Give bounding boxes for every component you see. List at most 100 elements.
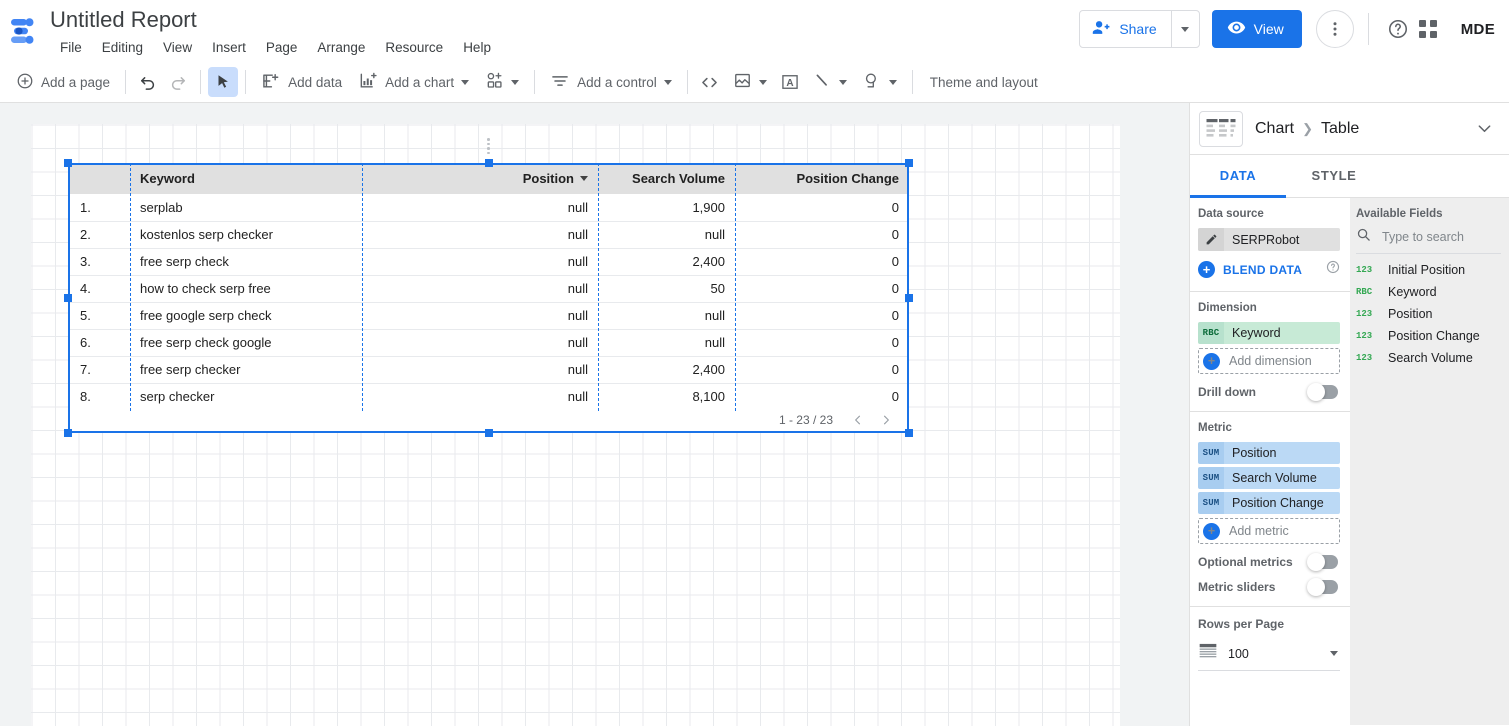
- cell-keyword: serp checker: [130, 383, 362, 411]
- add-a-chart-button[interactable]: Add a chart: [350, 67, 477, 97]
- table-row[interactable]: 6. free serp check google null null 0: [68, 329, 909, 357]
- menu-item-editing[interactable]: Editing: [92, 37, 153, 58]
- add-data-button[interactable]: Add data: [253, 67, 350, 97]
- plus-icon[interactable]: +: [1198, 261, 1215, 278]
- more-options-button[interactable]: [1315, 10, 1354, 48]
- insert-text-button[interactable]: A: [775, 67, 805, 97]
- table-row[interactable]: 8. serp checker null 8,100 0: [68, 383, 909, 411]
- plus-icon: +: [1203, 352, 1220, 370]
- redo-button[interactable]: [163, 67, 193, 97]
- breadcrumb-chart[interactable]: Chart: [1255, 120, 1294, 138]
- menu-item-file[interactable]: File: [50, 37, 92, 58]
- drill-down-toggle[interactable]: [1307, 383, 1338, 401]
- table-row[interactable]: 1. serplab null 1,900 0: [68, 194, 909, 222]
- field-item-search-volume[interactable]: 123 Search Volume: [1350, 347, 1509, 369]
- menu-item-insert[interactable]: Insert: [202, 37, 256, 58]
- help-button[interactable]: [1383, 14, 1413, 44]
- menu-item-view[interactable]: View: [153, 37, 202, 58]
- blend-data-label[interactable]: BLEND DATA: [1223, 263, 1302, 277]
- menu-item-page[interactable]: Page: [256, 37, 308, 58]
- tab-data[interactable]: DATA: [1190, 155, 1286, 198]
- resize-handle-middle-right[interactable]: [905, 294, 913, 302]
- help-circle-icon[interactable]: [1326, 260, 1340, 279]
- column-header-keyword[interactable]: Keyword: [130, 163, 362, 194]
- toolbar-divider: [200, 70, 202, 94]
- shape-icon: [863, 71, 882, 93]
- field-item-position-change[interactable]: 123 Position Change: [1350, 325, 1509, 347]
- cell-search-volume: null: [598, 302, 735, 330]
- add-metric-button[interactable]: + Add metric: [1198, 518, 1340, 544]
- pagination-prev-button[interactable]: [845, 407, 871, 433]
- table-row[interactable]: 4. how to check serp free null 50 0: [68, 275, 909, 303]
- search-input[interactable]: [1380, 226, 1509, 248]
- column-header-search-volume[interactable]: Search Volume: [598, 163, 735, 194]
- metric-chip-search-volume[interactable]: SUM Search Volume: [1198, 467, 1340, 489]
- metric-sliders-toggle[interactable]: [1307, 578, 1338, 596]
- field-name: Search Volume: [1388, 351, 1473, 365]
- table-row[interactable]: 2. kostenlos serp checker null null 0: [68, 221, 909, 249]
- share-button[interactable]: Share: [1080, 11, 1170, 47]
- add-dimension-label: Add dimension: [1229, 354, 1312, 368]
- panel-collapse-button[interactable]: [1468, 113, 1500, 145]
- insert-image-button[interactable]: [725, 67, 775, 97]
- breadcrumb-table[interactable]: Table: [1321, 120, 1359, 138]
- insert-shape-button[interactable]: [855, 67, 905, 97]
- resize-handle-top-left[interactable]: [64, 159, 72, 167]
- add-a-page-button[interactable]: Add a page: [8, 67, 118, 97]
- resize-handle-top-center[interactable]: [484, 159, 493, 167]
- field-item-keyword[interactable]: RBC Keyword: [1350, 281, 1509, 303]
- table-chart-widget[interactable]: Keyword Position Search Volume Position …: [64, 138, 913, 437]
- user-avatar[interactable]: MDE: [1461, 21, 1495, 38]
- panel-breadcrumb: Chart ❯ Table: [1255, 120, 1359, 138]
- person-add-icon: [1092, 18, 1111, 40]
- pagination-next-button[interactable]: [873, 407, 899, 433]
- dimension-chip-keyword[interactable]: RBC Keyword: [1198, 322, 1340, 344]
- column-header-position-change[interactable]: Position Change: [735, 163, 909, 194]
- field-item-position[interactable]: 123 Position: [1350, 303, 1509, 325]
- menu-item-resource[interactable]: Resource: [375, 37, 453, 58]
- report-canvas[interactable]: Keyword Position Search Volume Position …: [0, 103, 1189, 726]
- metric-sliders-row: Metric sliders: [1198, 578, 1340, 596]
- looker-studio-logo[interactable]: [10, 17, 40, 45]
- table-body: 1. serplab null 1,900 0 2. kostenlos ser…: [68, 194, 909, 411]
- rows-per-page-select[interactable]: 100: [1198, 641, 1340, 671]
- metric-chip-position[interactable]: SUM Position: [1198, 442, 1340, 464]
- column-header-index[interactable]: [68, 163, 130, 194]
- resize-handle-bottom-right[interactable]: [905, 429, 913, 437]
- table-row[interactable]: 7. free serp checker null 2,400 0: [68, 356, 909, 384]
- resize-handle-bottom-center[interactable]: [484, 429, 493, 437]
- menu-item-help[interactable]: Help: [453, 37, 501, 58]
- widget-drag-handle[interactable]: [483, 136, 495, 156]
- field-item-initial-position[interactable]: 123 Initial Position: [1350, 259, 1509, 281]
- insert-line-button[interactable]: [805, 67, 855, 97]
- metric-chip-position-change[interactable]: SUM Position Change: [1198, 492, 1340, 514]
- page-surface[interactable]: Keyword Position Search Volume Position …: [31, 124, 1120, 726]
- table-row[interactable]: 5. free google serp check null null 0: [68, 302, 909, 330]
- add-dimension-button[interactable]: + Add dimension: [1198, 348, 1340, 374]
- menu-item-arrange[interactable]: Arrange: [307, 37, 375, 58]
- share-dropdown-button[interactable]: [1170, 11, 1199, 47]
- document-title[interactable]: Untitled Report: [50, 5, 501, 35]
- resize-handle-middle-left[interactable]: [64, 294, 72, 302]
- chevron-down-icon: [1330, 651, 1338, 656]
- community-visualizations-button[interactable]: [477, 67, 527, 97]
- field-type-icon: 123: [1356, 331, 1373, 341]
- data-source-chip[interactable]: SERPRobot: [1198, 228, 1340, 251]
- embed-code-button[interactable]: [695, 67, 725, 97]
- tab-style[interactable]: STYLE: [1286, 155, 1382, 198]
- data-table[interactable]: Keyword Position Search Volume Position …: [68, 163, 909, 433]
- table-row[interactable]: 3. free serp check null 2,400 0: [68, 248, 909, 276]
- undo-button[interactable]: [133, 67, 163, 97]
- select-tool-button[interactable]: [208, 67, 239, 97]
- view-button[interactable]: View: [1211, 10, 1302, 48]
- resize-handle-top-right[interactable]: [905, 159, 913, 167]
- apps-grid-button[interactable]: [1413, 14, 1443, 44]
- table-chart-icon[interactable]: [1199, 110, 1243, 147]
- column-header-position[interactable]: Position: [362, 163, 598, 194]
- theme-and-layout-button[interactable]: Theme and layout: [920, 67, 1048, 97]
- pencil-icon[interactable]: [1198, 228, 1224, 251]
- optional-metrics-toggle[interactable]: [1307, 553, 1338, 571]
- resize-handle-bottom-left[interactable]: [64, 429, 72, 437]
- add-a-control-button[interactable]: Add a control: [542, 67, 680, 97]
- pagination-label: 1 - 23 / 23: [778, 413, 833, 427]
